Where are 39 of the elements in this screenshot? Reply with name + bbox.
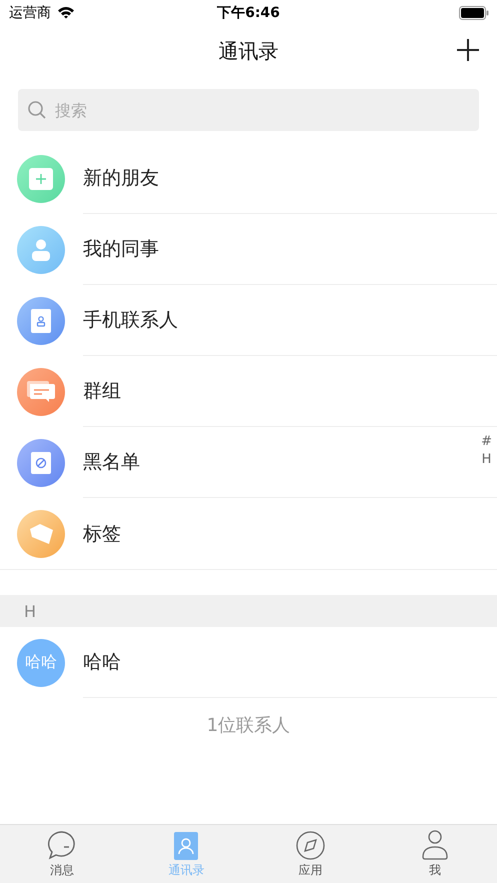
menu-row[interactable]: 我的同事 xyxy=(0,214,497,285)
contact-row[interactable]: 哈哈 哈哈 xyxy=(0,627,497,698)
plus-icon[interactable] xyxy=(456,38,480,62)
contact-name: 哈哈 xyxy=(83,650,121,675)
tag-icon xyxy=(28,522,54,544)
chat-icon xyxy=(27,380,55,402)
menu-label: 黑名单 xyxy=(83,450,140,475)
tab[interactable]: 我 xyxy=(372,825,497,883)
chat-bubble-icon xyxy=(47,830,78,860)
index-letter[interactable]: # xyxy=(481,433,492,451)
wifi-icon xyxy=(57,6,75,19)
section-header: H xyxy=(0,595,497,627)
contact-card-icon xyxy=(31,308,51,332)
menu-row[interactable]: 新的朋友 xyxy=(0,143,497,214)
menu-row[interactable]: 手机联系人 xyxy=(0,285,497,356)
menu-label: 群组 xyxy=(83,379,121,404)
menu-label: 标签 xyxy=(83,522,121,546)
tab[interactable]: 应用 xyxy=(248,825,373,883)
contacts-icon xyxy=(174,832,198,860)
block-icon xyxy=(31,452,51,474)
page-title: 通讯录 xyxy=(218,38,278,64)
search-icon xyxy=(28,101,46,119)
plus-icon xyxy=(29,168,53,190)
search-field[interactable]: 搜索 xyxy=(18,89,479,131)
tab[interactable]: 消息 xyxy=(0,825,124,883)
menu-label: 我的同事 xyxy=(83,237,159,262)
person-icon xyxy=(422,830,448,860)
carrier-name: 运营商 xyxy=(9,4,51,22)
contact-avatar: 哈哈 xyxy=(17,638,65,686)
person-icon xyxy=(31,238,51,260)
battery-icon xyxy=(459,6,489,20)
contact-count: 1位联系人 xyxy=(206,714,290,737)
menu-row[interactable]: 标签 xyxy=(0,498,497,569)
compass-icon xyxy=(296,831,326,860)
menu-row[interactable]: 群组 xyxy=(0,356,497,427)
status-time: 下午6:46 xyxy=(217,4,280,22)
index-letter[interactable]: H xyxy=(482,451,492,469)
menu-label: 手机联系人 xyxy=(83,308,178,333)
menu-label: 新的朋友 xyxy=(83,166,159,191)
